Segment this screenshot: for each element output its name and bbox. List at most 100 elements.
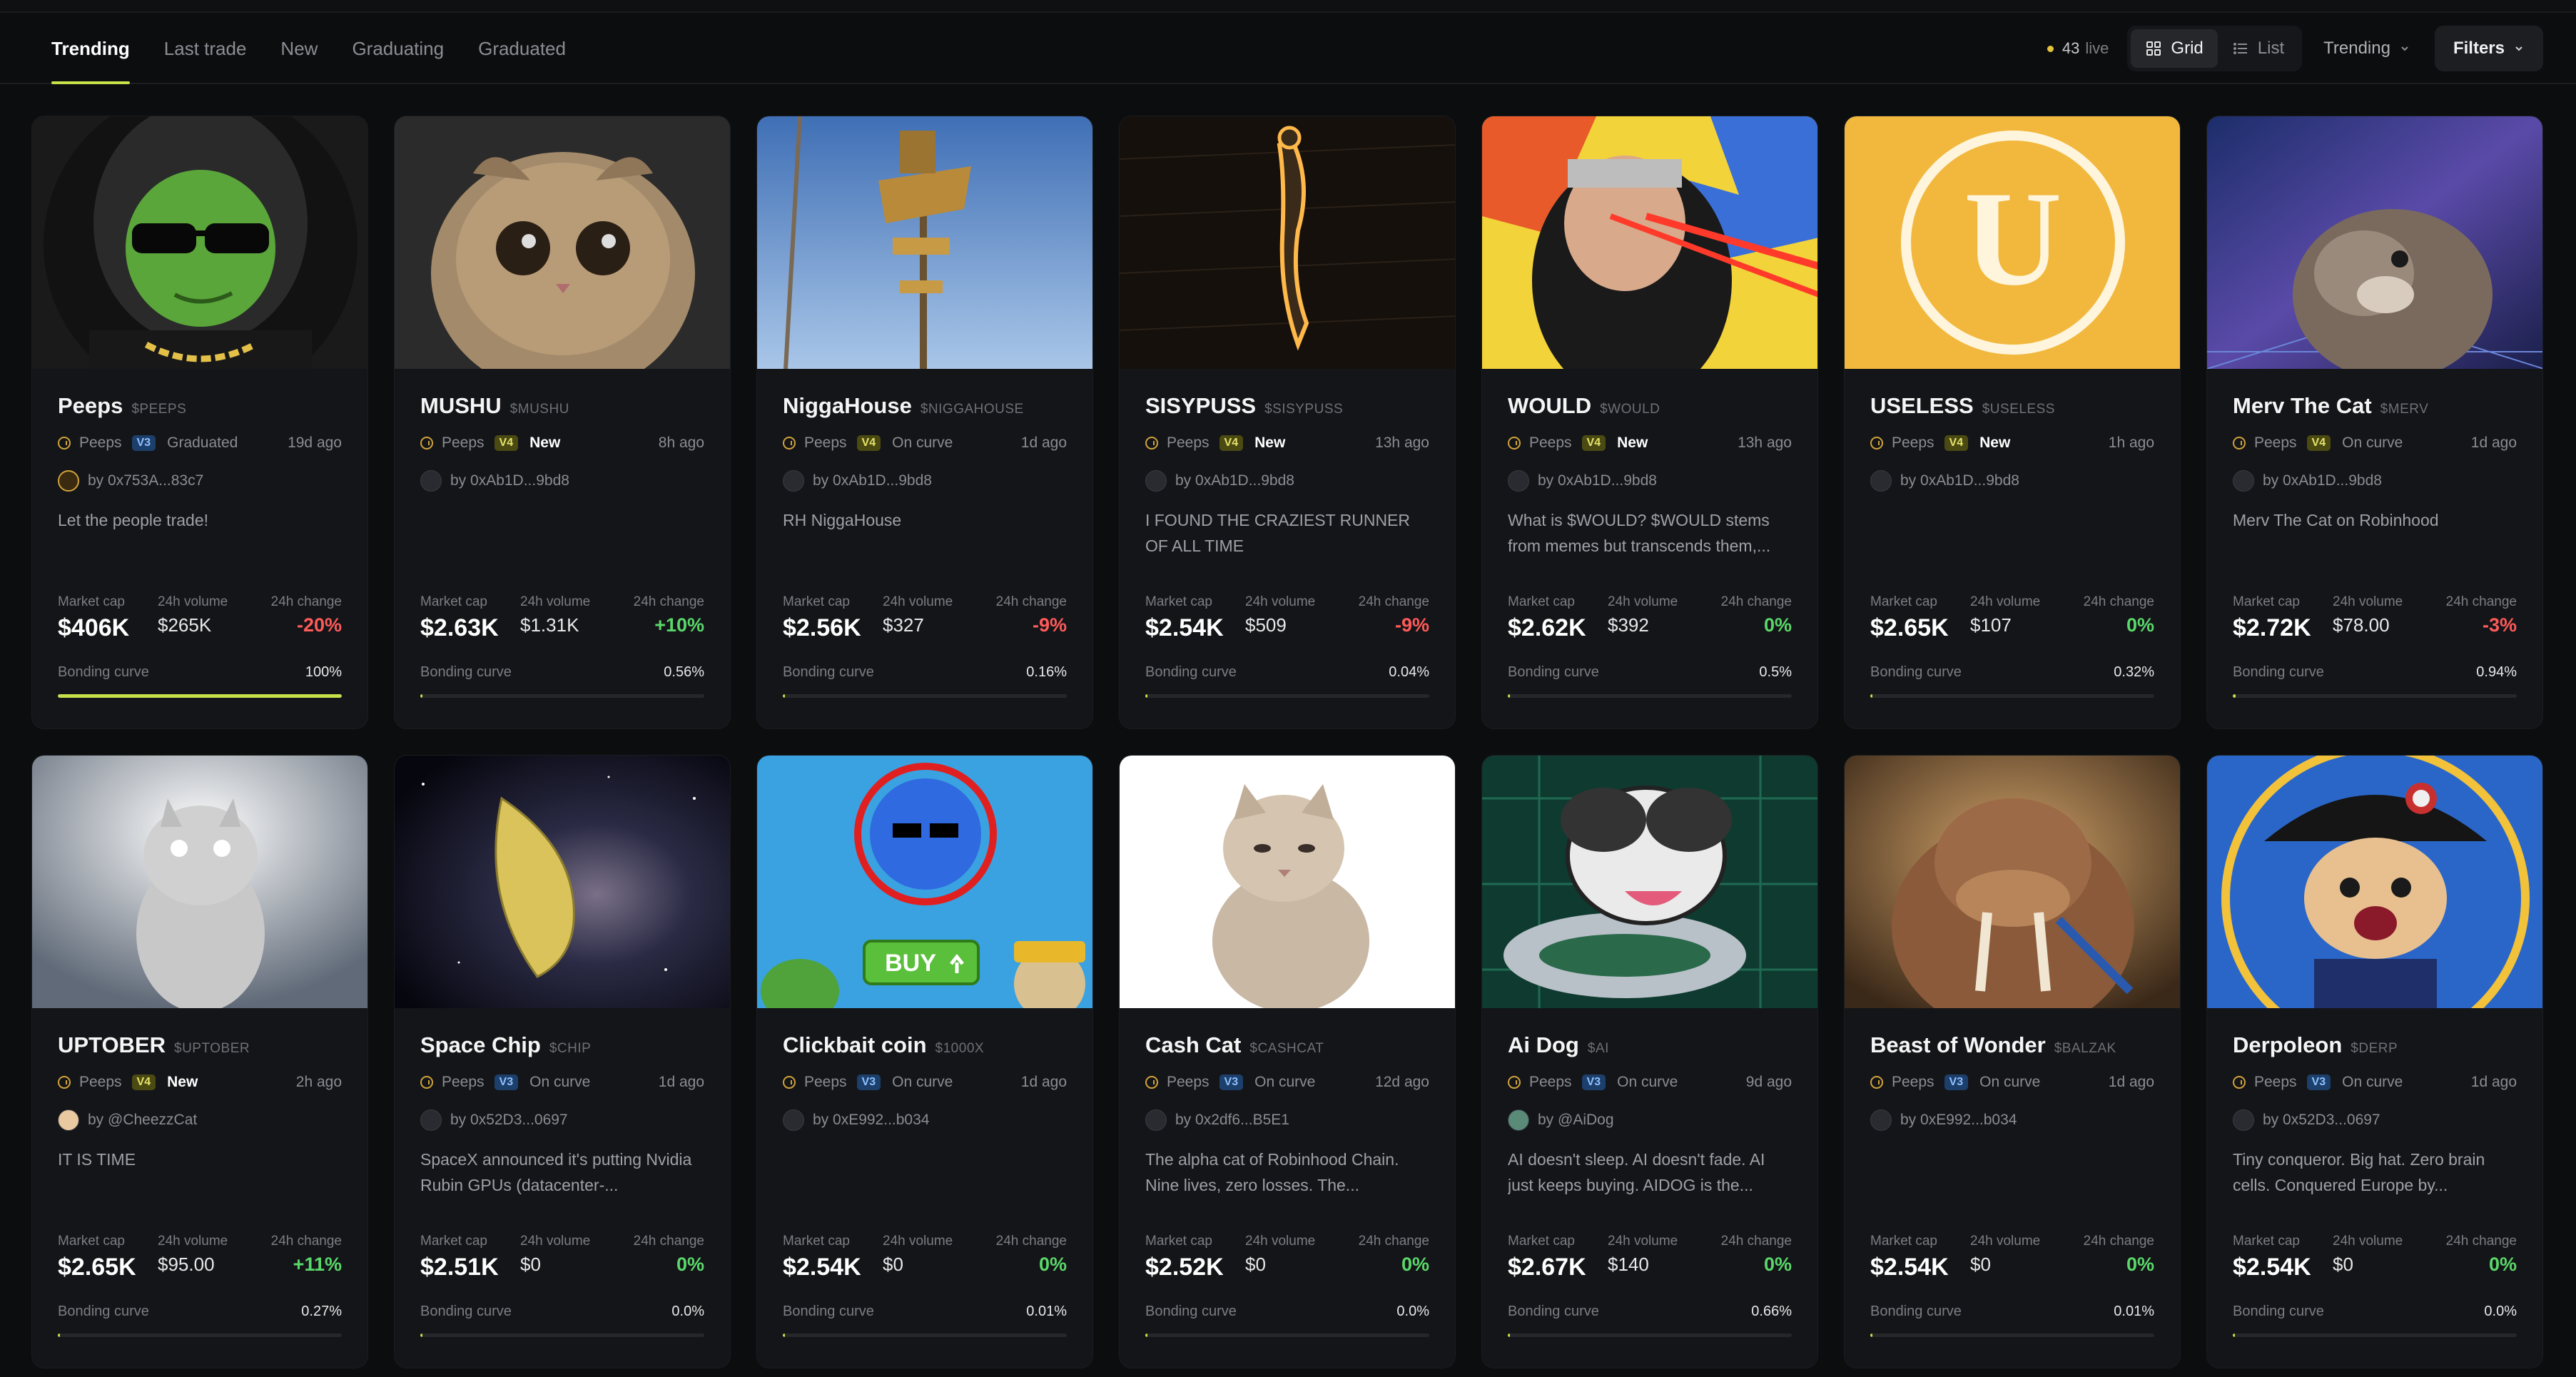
bonding-curve-label: Bonding curve xyxy=(1870,664,1962,680)
tab-new[interactable]: New xyxy=(280,13,318,84)
volume-value: $1.31K xyxy=(520,614,579,636)
token-card-merv-the-cat[interactable]: Merv The Cat $MERV Peeps V4 On curve 1d … xyxy=(2206,116,2543,729)
token-card-peeps[interactable]: Peeps $PEEPS Peeps V3 Graduated 19d ago … xyxy=(31,116,368,729)
creator-row[interactable]: by 0x52D3...0697 xyxy=(2233,1109,2380,1131)
bonding-curve-bar xyxy=(2233,694,2517,698)
bonding-curve-fill xyxy=(2233,694,2236,698)
creator-row[interactable]: by 0xAb1D...9bd8 xyxy=(2233,470,2382,492)
creator-row[interactable]: by 0xAb1D...9bd8 xyxy=(1145,470,1294,492)
list-view-button[interactable]: List xyxy=(2218,29,2298,68)
stats-row: Market cap $2.52K 24h volume $0 24h chan… xyxy=(1145,1234,1429,1284)
avatar xyxy=(783,470,804,492)
platform-label: Peeps xyxy=(79,1074,122,1090)
status-badge: On curve xyxy=(1979,1074,2041,1090)
bonding-curve-row: Bonding curve 0.66% xyxy=(1508,1304,1792,1320)
volume-value: $0 xyxy=(883,1254,903,1275)
volume-label: 24h volume xyxy=(520,1234,591,1249)
creator-row[interactable]: by 0xAb1D...9bd8 xyxy=(420,470,569,492)
live-label: live xyxy=(2085,39,2109,57)
creator-row[interactable]: by 0xAb1D...9bd8 xyxy=(783,470,932,492)
token-card-beast-of-wonder[interactable]: Beast of Wonder $BALZAK Peeps V3 On curv… xyxy=(1844,755,2181,1368)
volume-stat: 24h volume $107 xyxy=(1970,594,2040,636)
tab-graduating[interactable]: Graduating xyxy=(352,13,444,84)
creator-row[interactable]: by @AiDog xyxy=(1508,1109,1614,1131)
platform-label: Peeps xyxy=(2254,435,2297,451)
token-description: I FOUND THE CRAZIEST RUNNER OF ALL TIME xyxy=(1145,511,1411,555)
volume-stat: 24h volume $0 xyxy=(2333,1234,2403,1276)
creator-row[interactable]: by 0xAb1D...9bd8 xyxy=(1870,470,2019,492)
token-name: Space Chip xyxy=(420,1032,541,1057)
bonding-curve-value: 100% xyxy=(305,664,342,680)
stats-row: Market cap $2.54K 24h volume $0 24h chan… xyxy=(783,1234,1067,1284)
token-image xyxy=(1120,756,1455,1008)
token-card-useless[interactable]: U USELESS $USELESS Peeps V4 New 1h ago b… xyxy=(1844,116,2181,729)
version-badge: V3 xyxy=(1219,1074,1244,1090)
volume-value: $140 xyxy=(1608,1254,1649,1275)
creator-row[interactable]: by 0x753A...83c7 xyxy=(58,470,203,492)
token-card-clickbait-coin[interactable]: BUY Clickbait coin $1000X Peeps V3 On cu… xyxy=(756,755,1093,1368)
change-value: -9% xyxy=(1394,614,1429,636)
creator-row[interactable]: by 0x2df6...B5E1 xyxy=(1145,1109,1289,1131)
platform-label: Peeps xyxy=(804,1074,847,1090)
meta-row: Peeps V3 On curve 9d ago xyxy=(1508,1074,1792,1091)
grid-view-button[interactable]: Grid xyxy=(2131,29,2218,68)
change-stat: 24h change 0% xyxy=(2084,1234,2154,1276)
title-row: Beast of Wonder $BALZAK xyxy=(1870,1032,2116,1058)
tab-graduated[interactable]: Graduated xyxy=(478,13,566,84)
token-card-derpoleon[interactable]: Derpoleon $DERP Peeps V3 On curve 1d ago… xyxy=(2206,755,2543,1368)
creator-row[interactable]: by 0xAb1D...9bd8 xyxy=(1508,470,1657,492)
token-card-cash-cat[interactable]: Cash Cat $CASHCAT Peeps V3 On curve 12d … xyxy=(1119,755,1456,1368)
volume-value: $0 xyxy=(1970,1254,1991,1275)
bonding-curve-value: 0.94% xyxy=(2476,664,2517,680)
market-cap-stat: Market cap $2.51K xyxy=(420,1234,499,1281)
token-name: Ai Dog xyxy=(1508,1032,1579,1057)
status-badge: New xyxy=(167,1074,198,1090)
creator-row[interactable]: by 0xE992...b034 xyxy=(783,1109,929,1131)
title-row: MUSHU $MUSHU xyxy=(420,393,569,419)
peeps-icon xyxy=(58,1076,71,1089)
bonding-curve-row: Bonding curve 0.5% xyxy=(1508,664,1792,681)
creator-label: by @CheezzCat xyxy=(88,1112,198,1128)
version-badge: V4 xyxy=(131,1074,156,1090)
bonding-curve-bar xyxy=(1508,1333,1792,1337)
volume-stat: 24h volume $509 xyxy=(1245,594,1315,636)
meta-row: Peeps V3 Graduated 19d ago xyxy=(58,435,342,452)
filters-button[interactable]: Filters xyxy=(2434,26,2543,71)
creator-row[interactable]: by 0xE992...b034 xyxy=(1870,1109,2017,1131)
stats-row: Market cap $2.63K 24h volume $1.31K 24h … xyxy=(420,594,704,644)
timestamp: 1d ago xyxy=(2470,1074,2517,1090)
token-card-space-chip[interactable]: Space Chip $CHIP Peeps V3 On curve 1d ag… xyxy=(394,755,731,1368)
change-stat: 24h change 0% xyxy=(1721,1234,1792,1276)
bonding-curve-fill xyxy=(1508,694,1510,698)
bonding-curve-label: Bonding curve xyxy=(420,664,512,680)
bonding-curve-row: Bonding curve 0.32% xyxy=(1870,664,2154,681)
volume-label: 24h volume xyxy=(883,1234,953,1249)
volume-value: $509 xyxy=(1245,614,1287,636)
token-card-ai-dog[interactable]: Ai Dog $AI Peeps V3 On curve 9d ago by @… xyxy=(1481,755,1818,1368)
bonding-curve-label: Bonding curve xyxy=(58,664,149,680)
token-ticker: $CHIP xyxy=(549,1041,592,1056)
creator-row[interactable]: by 0x52D3...0697 xyxy=(420,1109,568,1131)
market-cap-label: Market cap xyxy=(1870,594,1937,609)
creator-row[interactable]: by @CheezzCat xyxy=(58,1109,197,1131)
tab-trending[interactable]: Trending xyxy=(51,13,130,84)
meta-row: Peeps V4 New 13h ago xyxy=(1145,435,1429,452)
tab-last-trade[interactable]: Last trade xyxy=(164,13,247,84)
token-card-sisypuss[interactable]: SISYPUSS $SISYPUSS Peeps V4 New 13h ago … xyxy=(1119,116,1456,729)
change-value: 0% xyxy=(1763,1254,1792,1275)
change-value: 0% xyxy=(1401,1254,1429,1275)
card-body: Peeps $PEEPS Peeps V3 Graduated 19d ago … xyxy=(32,369,367,728)
token-description: The alpha cat of Robinhood Chain. Nine l… xyxy=(1145,1150,1399,1194)
sort-dropdown[interactable]: Trending xyxy=(2323,39,2410,59)
token-card-mushu[interactable]: MUSHU $MUSHU Peeps V4 New 8h ago by 0xAb… xyxy=(394,116,731,729)
volume-label: 24h volume xyxy=(1608,1234,1678,1249)
timestamp: 13h ago xyxy=(1375,435,1429,451)
card-body: WOULD $WOULD Peeps V4 New 13h ago by 0xA… xyxy=(1482,369,1817,728)
avatar xyxy=(58,1109,79,1131)
token-card-niggahouse[interactable]: NiggaHouse $NIGGAHOUSE Peeps V4 On curve… xyxy=(756,116,1093,729)
token-card-would[interactable]: WOULD $WOULD Peeps V4 New 13h ago by 0xA… xyxy=(1481,116,1818,729)
market-cap-stat: Market cap $2.65K xyxy=(58,1234,136,1281)
creator-label: by 0x52D3...0697 xyxy=(450,1112,568,1128)
market-cap-label: Market cap xyxy=(58,1234,125,1249)
token-card-uptober[interactable]: UPTOBER $UPTOBER Peeps V4 New 2h ago by … xyxy=(31,755,368,1368)
